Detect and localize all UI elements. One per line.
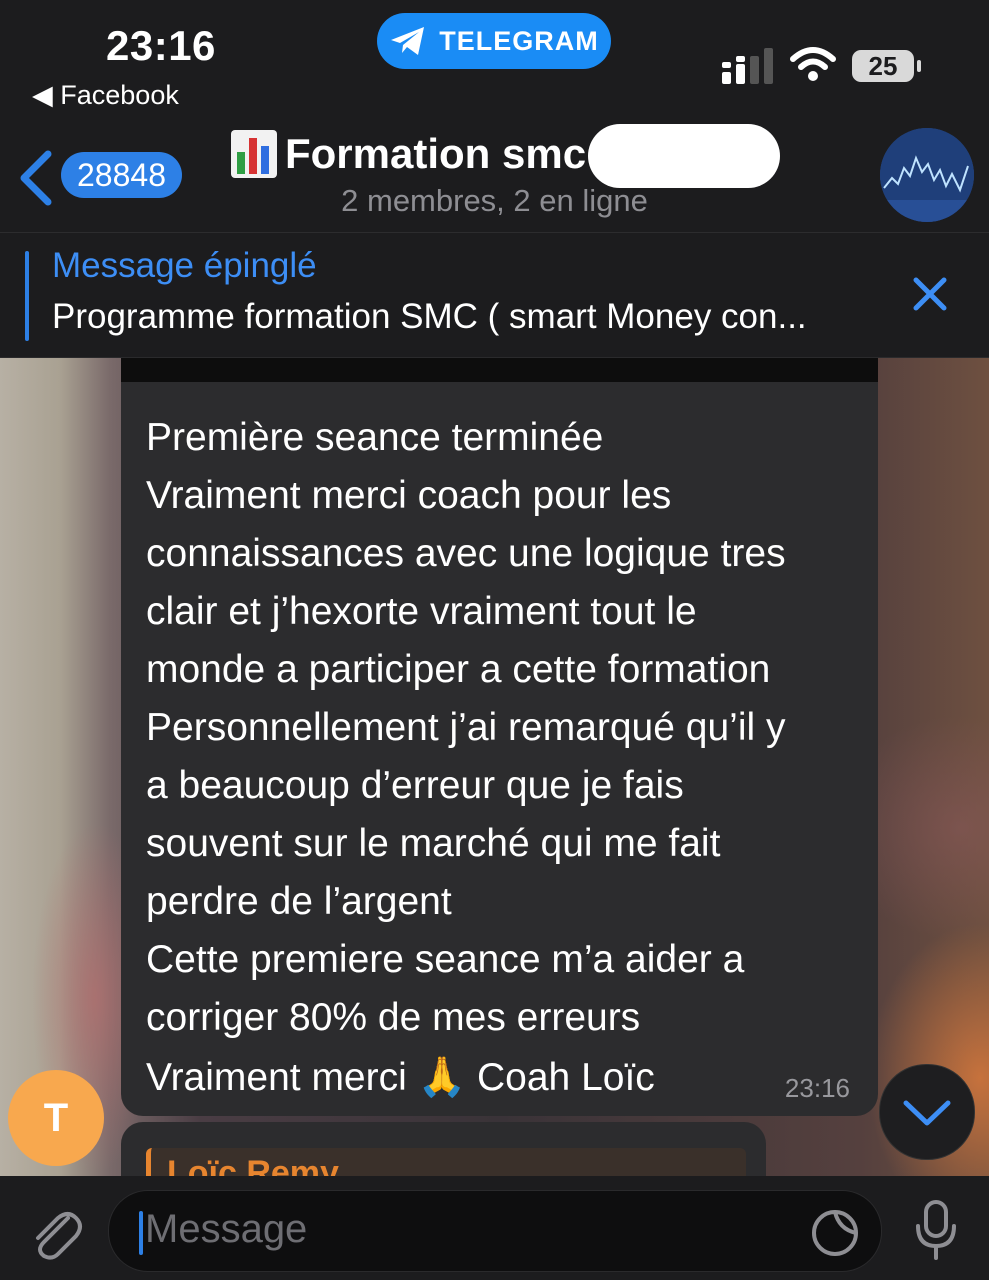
text-caret: [139, 1211, 143, 1255]
pinned-indicator: [25, 251, 29, 341]
reply-sender-name: Loïc Remy: [167, 1154, 339, 1176]
battery-icon: 25: [852, 50, 921, 82]
message-line: connaissances avec une logique tres: [146, 532, 786, 575]
telegram-pill[interactable]: TELEGRAM: [377, 13, 611, 69]
sticker-icon[interactable]: [809, 1207, 861, 1259]
sender-avatar[interactable]: T: [8, 1070, 104, 1166]
message-input[interactable]: Message: [108, 1190, 882, 1272]
message-bubble[interactable]: Loïc Remy: [121, 1122, 766, 1176]
message-placeholder: Message: [145, 1207, 308, 1251]
wifi-icon: [790, 47, 836, 81]
chart-thumbnail-icon: [880, 128, 974, 222]
message-line: a beaucoup d’erreur que je fais: [146, 764, 684, 807]
status-time: 23:16: [106, 22, 216, 69]
group-avatar[interactable]: [880, 128, 974, 222]
message-line: Personnellement j’ai remarqué qu’il y: [146, 706, 786, 749]
pinned-title: Message épinglé: [52, 246, 317, 285]
message-line: Première seance terminée: [146, 416, 604, 459]
message-line: corriger 80% de mes erreurs: [146, 996, 641, 1039]
message-line: clair et j’hexorte vraiment tout le: [146, 590, 697, 633]
message-line: monde a participer a cette formation: [146, 648, 771, 691]
redacted-title-mask: [588, 124, 780, 188]
microphone-icon[interactable]: [912, 1198, 960, 1262]
scroll-to-bottom-button[interactable]: [879, 1064, 975, 1160]
chat-background: Première seance terminée Vraiment merci …: [0, 358, 989, 1176]
pinned-message-bar[interactable]: Message épinglé Programme formation SMC …: [0, 233, 989, 358]
pinned-text: Programme formation SMC ( smart Money co…: [52, 297, 807, 336]
telegram-pill-label: TELEGRAM: [439, 25, 599, 56]
chevron-down-icon: [903, 1100, 951, 1126]
message-line: Cette premiere seance m’a aider a: [146, 938, 745, 981]
chat-title[interactable]: Formation smc: [231, 130, 586, 178]
paperclip-icon[interactable]: [24, 1198, 84, 1262]
message-input-bar: Message: [0, 1176, 989, 1280]
message-line: souvent sur le marché qui me fait: [146, 822, 721, 865]
message-bubble[interactable]: Première seance terminée Vraiment merci …: [121, 382, 878, 1116]
telegram-plane-icon: [391, 27, 425, 55]
message-line: Vraiment merci 🙏 Coah Loïc: [146, 1056, 655, 1099]
chat-header: 28848 Formation smc 2 membres, 2 en lign…: [0, 118, 989, 233]
signal-bars-icon: [722, 48, 773, 84]
bar-chart-emoji-icon: [231, 130, 277, 178]
close-icon[interactable]: [908, 272, 952, 316]
message-line: Vraiment merci coach pour les: [146, 474, 672, 517]
message-timestamp: 23:16: [784, 1073, 850, 1103]
back-to-app-link[interactable]: ◀ Facebook: [32, 80, 179, 111]
message-line: perdre de l’argent: [146, 880, 452, 923]
status-bar: 23:16 ◀ Facebook TELEGRAM 25: [0, 0, 989, 118]
chat-subtitle: 2 membres, 2 en ligne: [341, 183, 648, 218]
chat-title-text: Formation smc: [285, 130, 587, 177]
